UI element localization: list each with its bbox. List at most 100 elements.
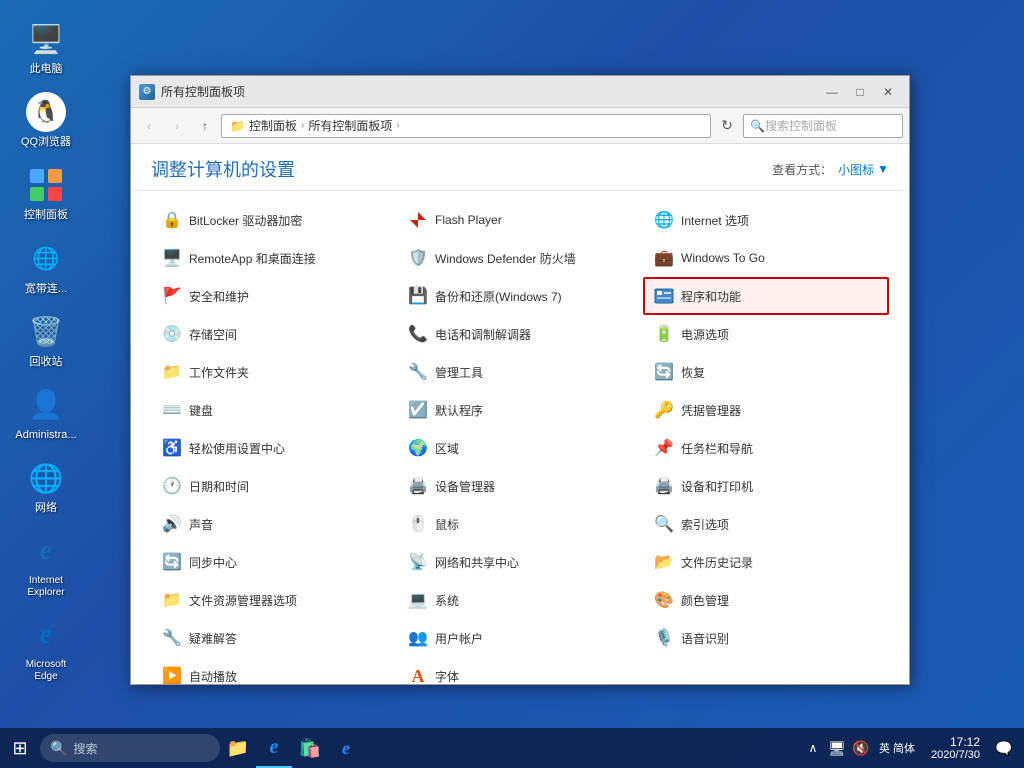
notification-button[interactable]: 🗨️ — [992, 728, 1016, 768]
taskbar-icon-edge[interactable]: e — [256, 728, 292, 768]
address-path[interactable]: 📁 控制面板 › 所有控制面板项 › — [221, 114, 711, 138]
security-label: 安全和维护 — [189, 288, 249, 305]
admin-label: Administra... — [15, 429, 76, 442]
item-programs[interactable]: 程序和功能 — [643, 277, 889, 315]
item-trouble[interactable]: 🔧 疑难解答 — [151, 619, 397, 657]
item-index[interactable]: 🔍 索引选项 — [643, 505, 889, 543]
item-user[interactable]: 👥 用户帐户 — [397, 619, 643, 657]
up-button[interactable]: ↑ — [193, 114, 217, 138]
taskbar-icon-store[interactable]: 🛍️ — [292, 728, 328, 768]
desktop-icon-edge[interactable]: e MicrosoftEdge — [10, 611, 82, 687]
item-filehist[interactable]: 📂 文件历史记录 — [643, 543, 889, 581]
item-network2[interactable]: 📡 网络和共享中心 — [397, 543, 643, 581]
start-button[interactable]: ⊞ — [0, 728, 40, 768]
item-sync[interactable]: 🔄 同步中心 — [151, 543, 397, 581]
window-titlebar: ⚙ 所有控制面板项 — □ ✕ — [131, 76, 909, 108]
desktop-icon-broadband[interactable]: 🌐 宽带连... — [10, 235, 82, 300]
item-phone[interactable]: 📞 电话和调制解调器 — [397, 315, 643, 353]
desktop-icon-control[interactable]: 控制面板 — [10, 161, 82, 226]
recycle-label: 回收站 — [30, 356, 63, 369]
desktop-icon-ie[interactable]: e InternetExplorer — [10, 527, 82, 603]
control-label: 控制面板 — [24, 209, 68, 222]
item-backup[interactable]: 💾 备份和还原(Windows 7) — [397, 277, 643, 315]
item-credential[interactable]: 🔑 凭据管理器 — [643, 391, 889, 429]
power-icon: 🔋 — [653, 323, 675, 345]
desktop-icon-admin[interactable]: 👤 Administra... — [10, 381, 82, 446]
item-internet[interactable]: 🌐 Internet 选项 — [643, 201, 889, 239]
forward-button[interactable]: › — [165, 114, 189, 138]
item-system[interactable]: 💻 系统 — [397, 581, 643, 619]
clock-date: 2020/7/30 — [931, 749, 980, 761]
desktop-icon-recycle[interactable]: 🗑️ 回收站 — [10, 308, 82, 373]
item-flashplayer[interactable]: Flash Player — [397, 201, 643, 239]
tray-ime[interactable]: 英 简体 — [875, 738, 919, 758]
filehist-icon: 📂 — [653, 551, 675, 573]
minimize-button[interactable]: — — [819, 82, 845, 102]
start-icon: ⊞ — [12, 738, 27, 759]
tray-network-icon[interactable]: 🖥 — [827, 738, 847, 758]
network-label: 网络 — [35, 502, 57, 515]
refresh-button[interactable]: ↻ — [715, 114, 739, 138]
search-box[interactable]: 🔍 搜索控制面板 — [743, 114, 903, 138]
speaker-icon: 🔇 — [852, 740, 869, 757]
ie-icon: e — [26, 531, 66, 571]
tray-sound-icon[interactable]: 🔇 — [851, 738, 871, 758]
maximize-button[interactable]: □ — [847, 82, 873, 102]
taskbar-icon-file-explorer[interactable]: 📁 — [220, 728, 256, 768]
control-icon — [26, 165, 66, 205]
item-access[interactable]: ♿ 轻松使用设置中心 — [151, 429, 397, 467]
region-label: 区域 — [435, 440, 459, 457]
item-devprint[interactable]: 🖨️ 设备和打印机 — [643, 467, 889, 505]
taskbar-search[interactable]: 🔍 搜索 — [40, 734, 220, 762]
desktop-icon-computer[interactable]: 🖥️ 此电脑 — [10, 15, 82, 80]
item-remoteapp[interactable]: 🖥️ RemoteApp 和桌面连接 — [151, 239, 397, 277]
sync-label: 同步中心 — [189, 554, 237, 571]
item-datetime[interactable]: 🕐 日期和时间 — [151, 467, 397, 505]
defender-icon: 🛡️ — [407, 247, 429, 269]
index-icon: 🔍 — [653, 513, 675, 535]
item-sound[interactable]: 🔊 声音 — [151, 505, 397, 543]
view-current[interactable]: 小图标 ▼ — [838, 161, 889, 178]
programs-label: 程序和功能 — [681, 288, 741, 305]
desktop-icon-network[interactable]: 🌐 网络 — [10, 454, 82, 519]
item-color[interactable]: 🎨 颜色管理 — [643, 581, 889, 619]
window-controls: — □ ✕ — [819, 82, 901, 102]
system-label: 系统 — [435, 592, 459, 609]
item-devmgr[interactable]: 🖨️ 设备管理器 — [397, 467, 643, 505]
item-font[interactable]: A 字体 — [397, 657, 643, 684]
item-bitlocker[interactable]: 🔒 BitLocker 驱动器加密 — [151, 201, 397, 239]
item-security[interactable]: 🚩 安全和维护 — [151, 277, 397, 315]
window-title-area: ⚙ 所有控制面板项 — [139, 83, 245, 100]
view-options: 查看方式： 小图标 ▼ — [772, 161, 889, 178]
taskbar-right: ∧ 🖥 🔇 英 简体 17:12 2020/7/30 🗨️ — [803, 728, 1024, 768]
item-autoplay[interactable]: ▶️ 自动播放 — [151, 657, 397, 684]
item-power[interactable]: 🔋 电源选项 — [643, 315, 889, 353]
computer-icon: 🖥️ — [26, 19, 66, 59]
item-keyboard[interactable]: ⌨️ 键盘 — [151, 391, 397, 429]
item-mouse[interactable]: 🖱️ 鼠标 — [397, 505, 643, 543]
devprint-label: 设备和打印机 — [681, 478, 753, 495]
item-fileexp[interactable]: 📁 文件资源管理器选项 — [151, 581, 397, 619]
item-defender[interactable]: 🛡️ Windows Defender 防火墙 — [397, 239, 643, 277]
clock[interactable]: 17:12 2020/7/30 — [923, 735, 988, 761]
item-taskbar[interactable]: 📌 任务栏和导航 — [643, 429, 889, 467]
desktop-icon-qq[interactable]: 🐧 QQ浏览器 — [10, 88, 82, 153]
tray-hidden-button[interactable]: ∧ — [803, 738, 823, 758]
item-speech[interactable]: 🎙️ 语音识别 — [643, 619, 889, 657]
flashplayer-label: Flash Player — [435, 213, 502, 227]
item-manage[interactable]: 🔧 管理工具 — [397, 353, 643, 391]
devmgr-icon: 🖨️ — [407, 475, 429, 497]
item-restore[interactable]: 🔄 恢复 — [643, 353, 889, 391]
item-storage[interactable]: 💿 存储空间 — [151, 315, 397, 353]
item-windowsto[interactable]: 💼 Windows To Go — [643, 239, 889, 277]
close-button[interactable]: ✕ — [875, 82, 901, 102]
access-icon: ♿ — [161, 437, 183, 459]
taskbar-icon-ie[interactable]: e — [328, 728, 364, 768]
speech-icon: 🎙️ — [653, 627, 675, 649]
item-default[interactable]: ☑️ 默认程序 — [397, 391, 643, 429]
view-current-text: 小图标 — [838, 161, 874, 178]
item-workfolder[interactable]: 📁 工作文件夹 — [151, 353, 397, 391]
speech-label: 语音识别 — [681, 630, 729, 647]
item-region[interactable]: 🌍 区域 — [397, 429, 643, 467]
back-button[interactable]: ‹ — [137, 114, 161, 138]
